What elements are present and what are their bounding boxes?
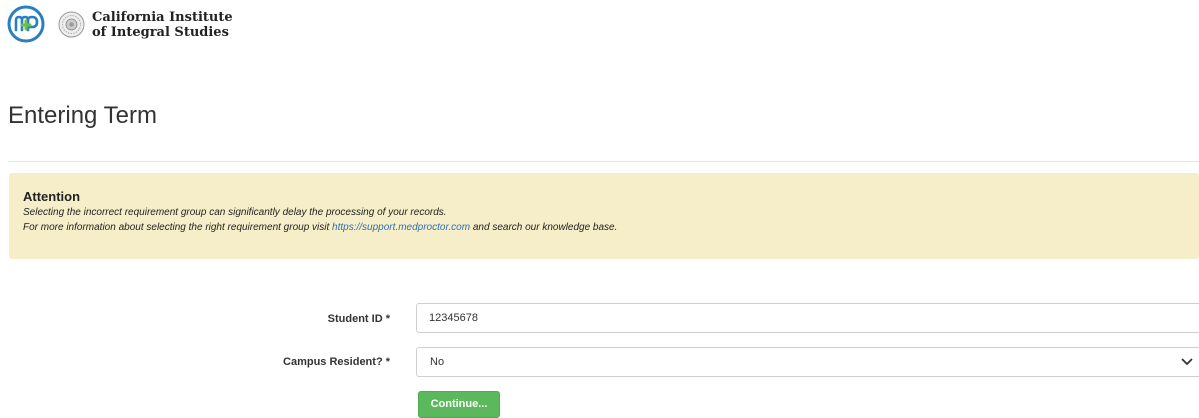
medproctor-logo-icon[interactable] [7, 5, 45, 43]
institution-name-line2: of Integral Studies [92, 25, 229, 40]
header: California Institute of Integral Studies [0, 0, 1199, 50]
alert-line2-suffix: and search our knowledge base. [470, 222, 618, 233]
student-id-input[interactable] [416, 303, 1199, 333]
institution-name: California Institute of Integral Studies [92, 10, 233, 40]
support-link[interactable]: https://support.medproctor.com [332, 222, 470, 233]
campus-resident-selected-value: No [430, 356, 445, 368]
page-title: Entering Term [8, 102, 157, 129]
alert-title: Attention [23, 189, 81, 204]
alert-line2-prefix: For more information about selecting the… [23, 222, 333, 233]
attention-alert: Attention Selecting the incorrect requir… [9, 173, 1199, 259]
continue-button[interactable]: Continue... [418, 391, 500, 418]
campus-resident-select[interactable]: No [416, 347, 1199, 377]
title-divider [8, 161, 1199, 162]
institution-seal-icon [58, 11, 85, 38]
alert-message-line2: For more information about selecting the… [23, 220, 1185, 235]
student-id-label: Student ID * [327, 313, 390, 325]
alert-message-line1: Selecting the incorrect requirement grou… [23, 207, 447, 218]
campus-resident-label: Campus Resident? * [283, 356, 390, 368]
chevron-down-icon [1181, 358, 1193, 365]
institution-name-line1: California Institute [92, 10, 233, 25]
